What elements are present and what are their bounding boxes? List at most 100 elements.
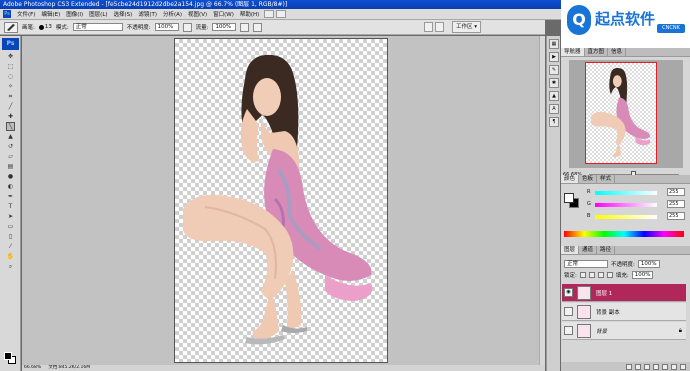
- lock-position-icon[interactable]: [597, 272, 604, 278]
- tab-channels[interactable]: 通道: [579, 246, 598, 254]
- palette-well-icon[interactable]: [424, 22, 433, 32]
- fill-field[interactable]: 100%: [631, 271, 654, 279]
- lock-image-icon[interactable]: [588, 272, 595, 278]
- gradient-tool-icon[interactable]: ▤: [6, 162, 15, 171]
- layer-row-background[interactable]: 背景 🔒︎: [562, 322, 686, 340]
- layer-thumbnail: [577, 285, 591, 300]
- blend-mode-select[interactable]: 正常: [564, 260, 608, 268]
- history-brush-tool-icon[interactable]: ↺: [6, 142, 15, 151]
- tab-swatches[interactable]: 色板: [579, 175, 598, 183]
- dodge-tool-icon[interactable]: ◐: [6, 182, 15, 191]
- screen-mode-button[interactable]: [264, 10, 275, 18]
- blue-slider[interactable]: [595, 215, 657, 219]
- new-layer-icon[interactable]: [671, 363, 677, 370]
- status-zoom[interactable]: 66.68%: [24, 365, 41, 370]
- clone-source-icon[interactable]: ▲: [549, 91, 559, 101]
- brushes-panel-icon[interactable]: ✱: [549, 78, 559, 88]
- menu-window[interactable]: 窗口(W): [210, 10, 237, 18]
- foreground-color-swatch[interactable]: [4, 352, 12, 360]
- pen-tool-icon[interactable]: ✒: [6, 192, 15, 201]
- history-panel-icon[interactable]: ▦: [549, 39, 559, 49]
- opacity-field[interactable]: 100%: [154, 23, 179, 31]
- document-vertical-scrollbar[interactable]: [539, 36, 545, 365]
- layer-mask-icon[interactable]: [644, 363, 650, 370]
- paragraph-panel-icon[interactable]: ¶: [549, 117, 559, 127]
- zoom-tool-icon[interactable]: ⌕: [6, 262, 15, 271]
- character-panel-icon[interactable]: A: [549, 104, 559, 114]
- workspace-button[interactable]: 工作区 ▾: [452, 21, 482, 33]
- tab-info[interactable]: 信息: [608, 48, 627, 56]
- brush-label: 画笔:: [22, 25, 35, 31]
- tab-color[interactable]: 颜色: [561, 175, 580, 183]
- color-fg-swatch[interactable]: [564, 193, 574, 203]
- crop-tool-icon[interactable]: ⌗: [6, 92, 15, 101]
- right-panels: 导航器 直方图 信息 66.68% 颜色: [561, 36, 690, 371]
- airbrush-toggle[interactable]: [240, 22, 250, 32]
- tab-navigator[interactable]: 导航器: [561, 48, 585, 56]
- menu-help[interactable]: 帮助(H): [237, 10, 262, 18]
- brush-tool-preset-picker[interactable]: [4, 21, 18, 33]
- eyedropper-tool-icon[interactable]: ⁄: [6, 242, 15, 251]
- tab-styles[interactable]: 样式: [597, 175, 616, 183]
- tab-paths[interactable]: 路径: [597, 246, 616, 254]
- layer-row-background-copy[interactable]: 背景 副本: [562, 303, 686, 321]
- delete-layer-icon[interactable]: [680, 363, 686, 370]
- adjustment-layer-icon[interactable]: [653, 363, 659, 370]
- healing-brush-tool-icon[interactable]: ✚: [6, 112, 15, 121]
- tool-presets-icon[interactable]: ✎: [549, 65, 559, 75]
- lock-all-icon[interactable]: [606, 272, 613, 278]
- menu-filter[interactable]: 滤镜(T): [135, 10, 160, 18]
- actions-panel-icon[interactable]: ▶: [549, 52, 559, 62]
- layer-row-layer1[interactable]: ◉ 图层 1: [562, 284, 686, 302]
- document-canvas[interactable]: [174, 38, 388, 363]
- ps-logo: Ps: [2, 38, 19, 50]
- layer-opacity-field[interactable]: 100%: [637, 260, 660, 268]
- brush-size-picker[interactable]: 13: [38, 24, 52, 30]
- visibility-eye-icon[interactable]: [564, 326, 573, 335]
- brush-tool-icon[interactable]: ╲: [6, 122, 15, 131]
- red-slider[interactable]: [595, 191, 657, 195]
- lasso-tool-icon[interactable]: ◌: [6, 72, 15, 81]
- move-tool-icon[interactable]: ✥: [6, 52, 15, 61]
- color-spectrum-ramp[interactable]: [564, 231, 684, 237]
- tablet-opacity-toggle[interactable]: [182, 22, 192, 32]
- red-value[interactable]: 255: [667, 188, 685, 196]
- eraser-tool-icon[interactable]: ▱: [6, 152, 15, 161]
- hand-tool-icon[interactable]: ✋: [6, 252, 15, 261]
- menu-analysis[interactable]: 分析(A): [160, 10, 185, 18]
- marquee-tool-icon[interactable]: ⬚: [6, 62, 15, 71]
- tab-layers[interactable]: 图层: [561, 246, 580, 254]
- menu-select[interactable]: 选择(S): [111, 10, 136, 18]
- new-group-icon[interactable]: [662, 363, 668, 370]
- notes-tool-icon[interactable]: ▯: [6, 232, 15, 241]
- type-tool-icon[interactable]: T: [6, 202, 15, 211]
- green-slider[interactable]: [595, 203, 657, 207]
- blur-tool-icon[interactable]: ●: [6, 172, 15, 181]
- navigator-view-box[interactable]: [585, 62, 657, 164]
- menu-view[interactable]: 视图(V): [185, 10, 210, 18]
- link-layers-icon[interactable]: [626, 363, 632, 370]
- menu-image[interactable]: 图像(I): [63, 10, 86, 18]
- slice-tool-icon[interactable]: ╱: [6, 102, 15, 111]
- visibility-eye-icon[interactable]: [564, 307, 573, 316]
- visibility-eye-icon[interactable]: ◉: [564, 288, 573, 297]
- rectangle-tool-icon[interactable]: ▭: [6, 222, 15, 231]
- menu-edit[interactable]: 编辑(E): [38, 10, 63, 18]
- tablet-size-toggle[interactable]: [253, 22, 263, 32]
- clone-stamp-tool-icon[interactable]: ▲: [6, 132, 15, 141]
- tab-histogram[interactable]: 直方图: [585, 48, 609, 56]
- color-tabs: 颜色 色板 样式: [561, 175, 690, 184]
- menu-file[interactable]: 文件(F): [14, 10, 38, 18]
- lock-transparent-icon[interactable]: [579, 272, 586, 278]
- green-value[interactable]: 255: [667, 200, 685, 208]
- bridge-icon[interactable]: [435, 22, 444, 32]
- path-selection-tool-icon[interactable]: ➤: [6, 212, 15, 221]
- magic-wand-tool-icon[interactable]: ✧: [6, 82, 15, 91]
- flow-field[interactable]: 100%: [212, 23, 237, 31]
- zoom-mode-button[interactable]: [276, 10, 287, 18]
- layer-style-icon[interactable]: [635, 363, 641, 370]
- blue-value[interactable]: 255: [667, 212, 685, 220]
- menu-layer[interactable]: 图层(L): [86, 10, 110, 18]
- red-slider-row: R 255: [587, 188, 687, 197]
- mode-select[interactable]: 正常: [72, 23, 123, 31]
